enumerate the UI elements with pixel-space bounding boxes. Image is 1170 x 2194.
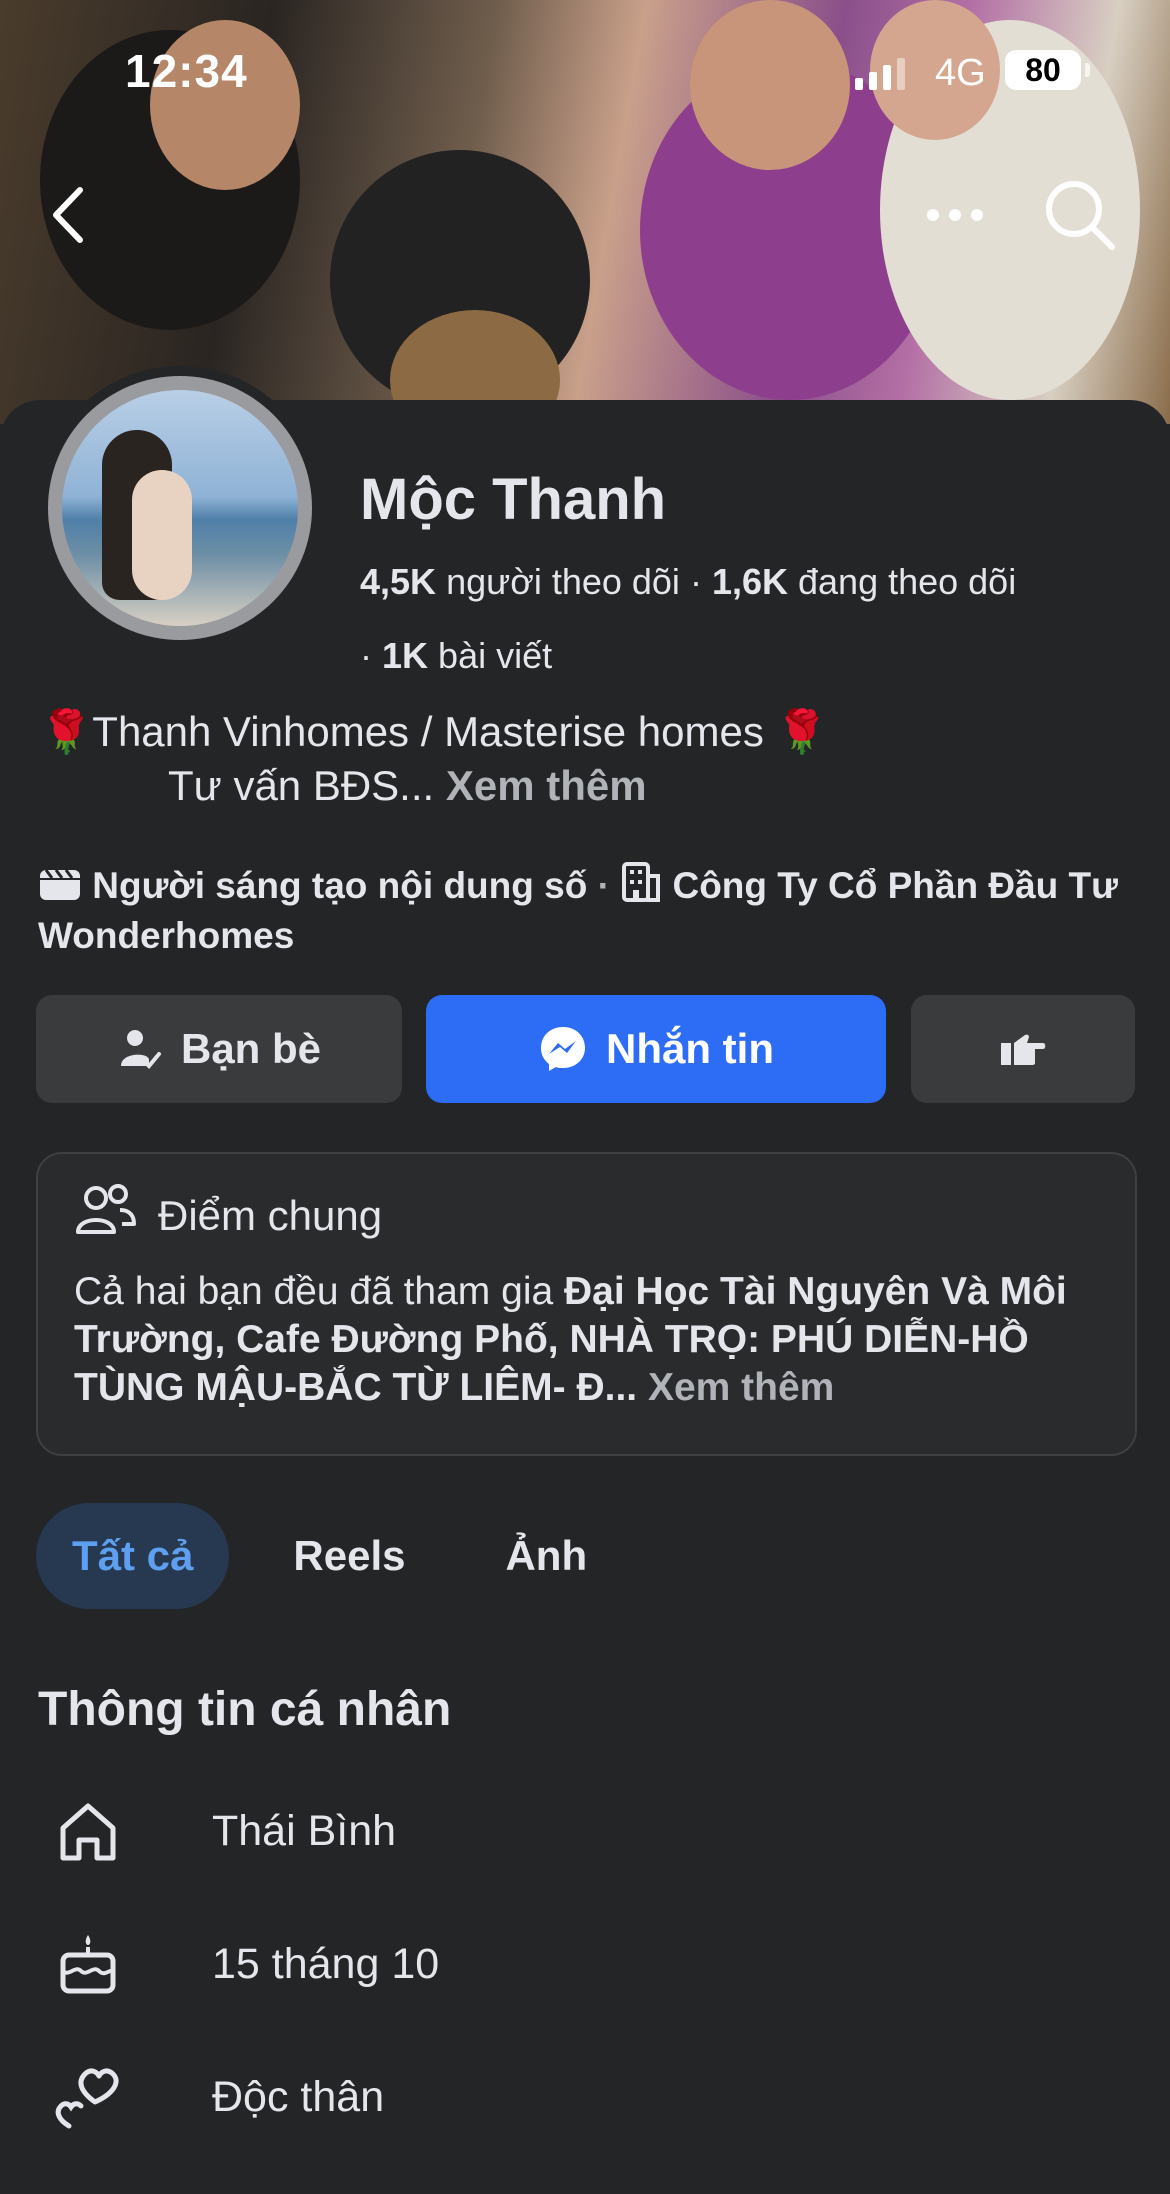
clapperboard-icon (40, 869, 80, 900)
relationship-text: Độc thân (212, 2072, 385, 2121)
followers-label: người theo dõi (446, 561, 680, 602)
back-button[interactable] (40, 180, 100, 250)
followers-link[interactable]: 4,5K người theo dõi (360, 561, 680, 602)
followers-count: 4,5K (360, 561, 437, 602)
mutual-see-more-link[interactable]: Xem thêm (648, 1366, 834, 1409)
info-row-hometown: Thái Bình (38, 1781, 1138, 1881)
following-label: đang theo dõi (798, 561, 1017, 602)
bio-line-2: Tư vấn BĐS... (168, 762, 435, 809)
status-time: 12:34 (125, 45, 248, 97)
message-button-label: Nhắn tin (606, 1025, 774, 1072)
messenger-icon (541, 1027, 585, 1071)
tab-reels[interactable]: Reels (257, 1503, 441, 1609)
bio-see-more-link[interactable]: Xem thêm (446, 762, 647, 809)
mutual-title: Điểm chung (158, 1192, 383, 1239)
info-row-relationship: Độc thân (38, 2047, 1138, 2147)
creator-category: Người sáng tạo nội dung số (92, 865, 588, 906)
mutual-prefix: Cả hai bạn đều đã tham gia (74, 1270, 565, 1313)
search-icon (1046, 181, 1115, 250)
people-icon (76, 1184, 136, 1234)
posts-label: bài viết (438, 635, 553, 676)
chevron-left-icon (53, 187, 83, 243)
hearts-icon (55, 2068, 119, 2129)
tab-all[interactable]: Tất cả (36, 1503, 230, 1609)
message-button[interactable]: Nhắn tin (426, 995, 886, 1103)
battery-tip (1085, 63, 1090, 77)
search-button[interactable] (1040, 175, 1120, 255)
mutual-info-card[interactable]: Điểm chung Cả hai bạn đều đã tham gia Đạ… (36, 1152, 1137, 1456)
posts-count: 1K (382, 635, 429, 676)
birthday-cake-icon (60, 1935, 116, 1994)
battery-icon: 80 (1005, 50, 1081, 90)
profile-name: Mộc Thanh (360, 467, 667, 532)
signal-icon (855, 56, 905, 90)
profile-meta: Người sáng tạo nội dung số · Công Ty Cổ … (38, 860, 1148, 961)
info-row-birthday: 15 tháng 10 (38, 1914, 1138, 2014)
hometown-text: Thái Bình (212, 1806, 397, 1855)
avatar[interactable] (62, 390, 298, 626)
following-link[interactable]: 1,6K đang theo dõi (712, 561, 1016, 602)
network-type: 4G (935, 52, 986, 94)
birthday-text: 15 tháng 10 (212, 1939, 440, 1988)
profile-tabs: Tất cả Reels Ảnh (36, 1503, 651, 1609)
more-options-button[interactable] (920, 190, 990, 240)
home-icon (60, 1803, 116, 1861)
personal-info-title: Thông tin cá nhân (38, 1683, 452, 1736)
building-icon (622, 862, 661, 902)
tab-photos[interactable]: Ảnh (469, 1503, 623, 1609)
meta-separator: · (597, 865, 610, 906)
poke-button[interactable] (911, 995, 1135, 1103)
friends-button-label: Bạn bè (180, 1025, 322, 1072)
bio-line-1: 🌹Thanh Vinhomes / Masterise homes 🌹 (40, 708, 828, 755)
profile-stats: 4,5K người theo dõi · 1,6K đang theo dõi… (360, 545, 1140, 693)
friends-button[interactable]: Bạn bè (36, 995, 402, 1103)
status-bar: 12:34 4G 80 (0, 0, 1170, 150)
stats-separator: · (360, 635, 382, 676)
following-count: 1,6K (711, 561, 788, 602)
mutual-text: Cả hai bạn đều đã tham gia Đại Học Tài N… (74, 1268, 1104, 1412)
stats-separator: · (689, 561, 712, 602)
friend-check-icon (120, 1030, 161, 1069)
more-dots-icon (927, 209, 983, 221)
profile-bio: 🌹Thanh Vinhomes / Masterise homes 🌹 Tư v… (40, 705, 1140, 813)
pointing-hand-icon (1001, 1034, 1046, 1065)
